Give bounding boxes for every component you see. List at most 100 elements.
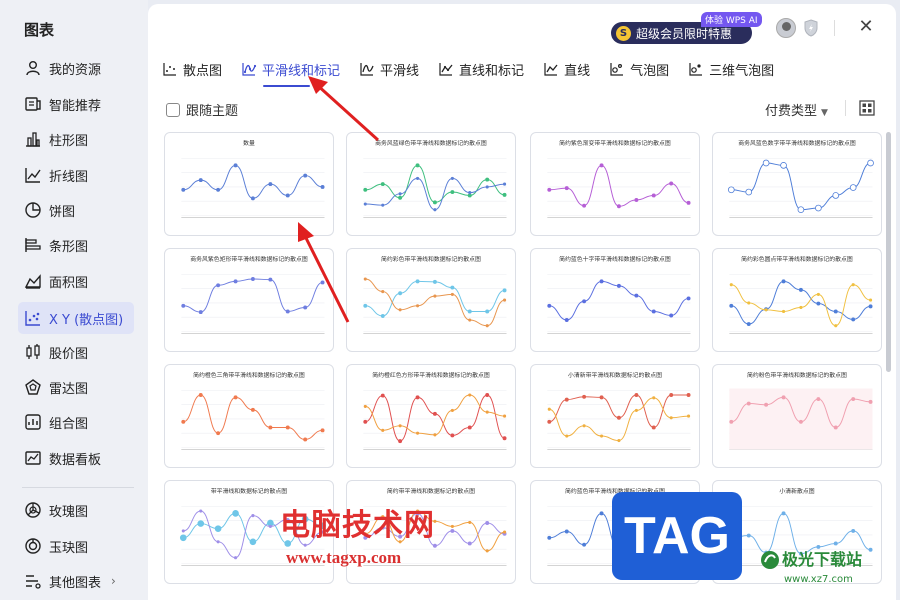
- sidebar-item-label: 条形图: [49, 239, 89, 255]
- template-card[interactable]: 商务风蓝绿色带平滑线和数据标记的散点图: [346, 132, 516, 236]
- ai-trial-badge: 体验 WPS AI: [701, 12, 762, 27]
- sidebar-item-label: 玉玦图: [49, 540, 89, 556]
- chevron-right-icon: ›: [111, 574, 116, 588]
- template-card[interactable]: 简约橙色三角带平滑线和数据标记的散点图: [164, 364, 334, 468]
- template-card[interactable]: 商务风紫色矩形带平滑线和数据标记的散点图: [164, 248, 334, 352]
- template-card[interactable]: 商务风蓝色数字带平滑线和数据标记的散点图: [712, 132, 882, 236]
- tag-logo: TAG: [612, 492, 742, 580]
- svg-text:简约彩色带平滑线和数据标记的散点图: 简约彩色带平滑线和数据标记的散点图: [381, 255, 481, 263]
- sidebar-item-label: 柱形图: [49, 133, 89, 149]
- svg-text:小清新带平滑线和数据标记的散点图: 小清新带平滑线和数据标记的散点图: [568, 371, 662, 379]
- vip-coin-icon: S: [616, 25, 631, 41]
- combo-chart-icon: [24, 413, 42, 431]
- sidebar-item[interactable]: 柱形图: [18, 123, 134, 155]
- svg-text:小清新散点图: 小清新散点图: [779, 487, 814, 495]
- sidebar-item[interactable]: 面积图: [18, 265, 134, 297]
- tab-label: 直线和标记: [459, 63, 525, 79]
- sidebar-item[interactable]: 我的资源: [18, 52, 134, 84]
- tab-bubble[interactable]: 气泡图: [609, 58, 669, 80]
- svg-text:简约橙色三角带平滑线和数据标记的散点图: 简约橙色三角带平滑线和数据标记的散点图: [193, 371, 305, 379]
- svg-text:简约带平滑线和数据标记的散点图: 简约带平滑线和数据标记的散点图: [387, 487, 475, 495]
- svg-text:带平滑线和数据标记的散点图: 带平滑线和数据标记的散点图: [211, 487, 288, 495]
- smooth-line-icon: [359, 61, 380, 77]
- vip-promo-label: 超级会员限时特惠: [636, 26, 733, 41]
- dashboard-icon: [24, 449, 42, 467]
- template-card[interactable]: 简约蓝色十字带平滑线和数据标记的散点图: [530, 248, 700, 352]
- sidebar-item[interactable]: 其他图表 ›: [18, 565, 134, 597]
- sidebar-item-label: 饼图: [49, 204, 76, 220]
- tab-bubble-3d[interactable]: 三维气泡图: [688, 58, 774, 80]
- sidebar-item-label: 数据看板: [49, 452, 102, 468]
- template-card[interactable]: 简约紫色渐变带平滑线和数据标记的散点图: [530, 132, 700, 236]
- svg-text:商务风紫色矩形带平滑线和数据标记的散点图: 商务风紫色矩形带平滑线和数据标记的散点图: [190, 255, 308, 263]
- column-chart-icon: [24, 130, 42, 148]
- area-chart-icon: [24, 272, 42, 290]
- sidebar-item-label: 我的资源: [49, 62, 102, 78]
- template-card[interactable]: 数量: [164, 132, 334, 236]
- svg-text:商务风蓝色数字带平滑线和数据标记的散点图: 商务风蓝色数字带平滑线和数据标记的散点图: [738, 139, 856, 147]
- svg-text:简约橙红色方形带平滑线和数据标记的散点图: 简约橙红色方形带平滑线和数据标记的散点图: [372, 371, 490, 379]
- sidebar-item[interactable]: 数据看板: [18, 442, 134, 474]
- sidebar-item[interactable]: 玉玦图: [18, 530, 134, 562]
- sidebar-item-label: X Y (散点图): [49, 312, 124, 328]
- bar-chart-icon: [24, 236, 42, 254]
- grid-view-icon[interactable]: [859, 100, 875, 116]
- sidebar-item[interactable]: 组合图: [18, 406, 134, 438]
- sidebar-item[interactable]: 股价图: [18, 336, 134, 368]
- svg-text:简约粉色带平滑线和数据标记的散点图: 简约粉色带平滑线和数据标记的散点图: [747, 371, 847, 379]
- template-card[interactable]: 简约橙红色方形带平滑线和数据标记的散点图: [346, 364, 516, 468]
- template-card[interactable]: 简约彩色圆点带平滑线和数据标记的散点图: [712, 248, 882, 352]
- shield-icon[interactable]: [803, 19, 819, 37]
- sidebar-item[interactable]: 饼图: [18, 194, 134, 226]
- sidebar-item-label: 组合图: [49, 416, 89, 432]
- sidebar-item[interactable]: 条形图: [18, 229, 134, 261]
- header-divider: [834, 20, 835, 36]
- watermark-brand: 极光下载站: [782, 550, 863, 569]
- tab-label: 平滑线和标记: [262, 63, 341, 79]
- checkbox-icon[interactable]: [166, 102, 180, 117]
- svg-text:商务风蓝绿色带平滑线和数据标记的散点图: 商务风蓝绿色带平滑线和数据标记的散点图: [375, 139, 487, 147]
- sidebar-item-label: 股价图: [49, 346, 89, 362]
- watermark-site-url: www.tagxp.com: [286, 548, 402, 567]
- aurora-logo-icon: [761, 551, 779, 569]
- toolbar-divider: [845, 100, 846, 116]
- recommend-icon: [24, 95, 42, 113]
- sidebar-item[interactable]: 智能推荐: [18, 88, 134, 120]
- tab-scatter[interactable]: 散点图: [162, 58, 222, 80]
- sidebar-divider: [22, 487, 134, 488]
- sidebar: 图表 我的资源智能推荐柱形图折线图饼图条形图面积图 X Y (散点图) 股价图雷达图…: [0, 0, 148, 600]
- svg-text:数量: 数量: [243, 139, 255, 147]
- tab-straight-marker[interactable]: 直线和标记: [438, 58, 524, 80]
- sidebar-item[interactable]: X Y (散点图): [18, 302, 134, 334]
- scrollbar[interactable]: [886, 132, 891, 372]
- sidebar-item[interactable]: 玫瑰图: [18, 494, 134, 526]
- svg-text:简约彩色圆点带平滑线和数据标记的散点图: 简约彩色圆点带平滑线和数据标记的散点图: [741, 255, 853, 263]
- sidebar-item-label: 智能推荐: [49, 98, 102, 114]
- sidebar-item[interactable]: 雷达图: [18, 371, 134, 403]
- template-card[interactable]: 简约彩色带平滑线和数据标记的散点图: [346, 248, 516, 352]
- template-grid: 数量 商务风蓝绿色带平滑线和数据标记的散点图 简约紫色渐变带平滑线和数据标记的散点图…: [164, 132, 884, 600]
- tab-label: 直线: [564, 63, 591, 79]
- chart-dialog-panel: S 超级会员限时特惠 体验 WPS AI ✕ 散点图 平滑线和标记 平滑线 直线和标记…: [148, 4, 896, 600]
- sidebar-item[interactable]: 折线图: [18, 159, 134, 191]
- close-icon[interactable]: ✕: [856, 17, 876, 37]
- sidebar-title: 图表: [24, 21, 55, 39]
- template-card[interactable]: 小清新带平滑线和数据标记的散点图: [530, 364, 700, 468]
- smooth-marker-icon: [241, 61, 262, 77]
- tab-label: 散点图: [183, 63, 223, 79]
- template-card[interactable]: 简约粉色带平滑线和数据标记的散点图: [712, 364, 882, 468]
- sidebar-item-label: 面积图: [49, 275, 89, 291]
- bubble-3d-icon: [688, 61, 709, 77]
- ring-chart-icon: [24, 537, 42, 555]
- follow-theme-checkbox[interactable]: 跟随主题: [166, 100, 238, 119]
- avatar[interactable]: [776, 18, 796, 38]
- tab-smooth-marker[interactable]: 平滑线和标记: [241, 58, 341, 87]
- pay-type-dropdown[interactable]: 付费类型 ▼: [765, 100, 828, 119]
- tab-smooth-line[interactable]: 平滑线: [359, 58, 419, 80]
- svg-text:简约紫色渐变带平滑线和数据标记的散点图: 简约紫色渐变带平滑线和数据标记的散点图: [559, 139, 671, 147]
- sidebar-item-label: 玫瑰图: [49, 504, 89, 520]
- tab-label: 平滑线: [380, 63, 420, 79]
- radar-chart-icon: [24, 378, 42, 396]
- tab-label: 气泡图: [630, 63, 670, 79]
- tab-straight-line[interactable]: 直线: [543, 58, 590, 80]
